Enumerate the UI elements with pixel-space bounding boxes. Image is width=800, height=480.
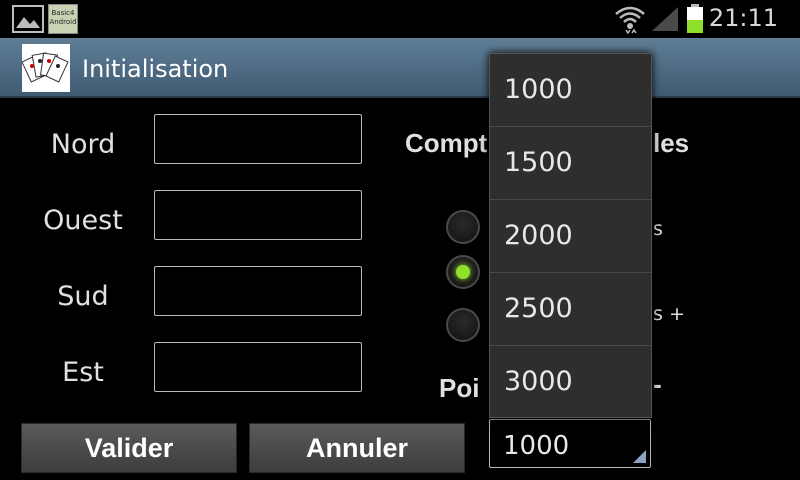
- dropdown-item-2000[interactable]: 2000: [490, 200, 651, 273]
- scoring-title: Compt: [405, 128, 488, 158]
- scoring-option-1-radio[interactable]: [446, 210, 480, 244]
- scoring-title-tail: les: [653, 128, 690, 158]
- scoring-option-1-label: s: [653, 218, 663, 240]
- spinner-selected-value: 1000: [503, 431, 570, 461]
- points-dropdown: 1000 1500 2000 2500 3000: [489, 53, 652, 418]
- playing-cards-icon: [21, 44, 70, 92]
- wifi-icon: [615, 6, 645, 34]
- scoring-option-2-radio[interactable]: [446, 255, 480, 289]
- dropdown-item-2500[interactable]: 2500: [490, 273, 651, 346]
- status-bar: Basic4 Android 21:11: [0, 0, 800, 38]
- nord-input[interactable]: [154, 114, 362, 164]
- dropdown-item-3000[interactable]: 3000: [490, 346, 651, 419]
- signal-icon: [652, 7, 678, 31]
- scoring-option-3-label: s +: [653, 303, 685, 325]
- label-nord: Nord: [50, 129, 116, 160]
- label-ouest: Ouest: [43, 205, 123, 236]
- cancel-button[interactable]: Annuler: [249, 423, 465, 473]
- label-sud: Sud: [57, 281, 109, 312]
- points-spinner[interactable]: 1000: [489, 419, 651, 468]
- points-label: Poi: [439, 373, 480, 403]
- dropdown-item-1500[interactable]: 1500: [490, 127, 651, 200]
- spinner-arrow-icon: [633, 450, 646, 463]
- clock: 21:11: [708, 4, 778, 32]
- points-label-tail: -: [653, 369, 662, 399]
- validate-button[interactable]: Valider: [21, 423, 237, 473]
- est-input[interactable]: [154, 342, 362, 392]
- ouest-input[interactable]: [154, 190, 362, 240]
- dropdown-item-1000[interactable]: 1000: [490, 54, 651, 127]
- sud-input[interactable]: [154, 266, 362, 316]
- gallery-icon: [12, 5, 44, 33]
- scoring-option-3-radio[interactable]: [446, 308, 480, 342]
- label-est: Est: [62, 357, 104, 388]
- basic4android-icon: Basic4 Android: [48, 4, 78, 34]
- page-title: Initialisation: [82, 55, 229, 83]
- title-bar: Initialisation: [0, 38, 800, 98]
- battery-icon: [687, 4, 703, 33]
